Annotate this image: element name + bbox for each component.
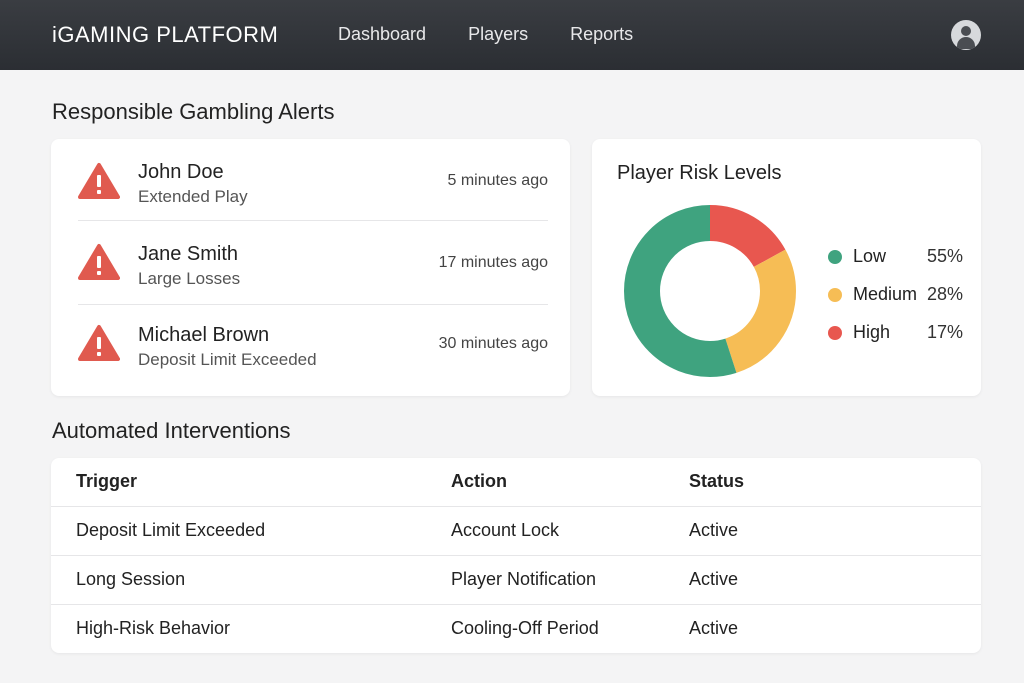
legend-pct: 28% (926, 284, 963, 304)
warning-icon (78, 244, 120, 280)
legend-high: High 17% (828, 322, 963, 344)
legend-medium: Medium 28% (828, 284, 963, 306)
legend-pct: 17% (926, 322, 963, 342)
interventions-section-title: Automated Interventions (52, 418, 291, 443)
alert-item[interactable]: John Doe Extended Play 5 minutes ago (51, 139, 570, 221)
alert-player-name: Jane Smith (138, 243, 239, 265)
avatar-body (957, 37, 975, 49)
alerts-section-title: Responsible Gambling Alerts (52, 99, 335, 124)
legend-dot-low (828, 250, 842, 264)
alert-reason: Deposit Limit Exceeded (138, 350, 317, 369)
top-bar: iGAMING PLATFORM Dashboard Players Repor… (0, 0, 1024, 70)
alert-time: 5 minutes ago (447, 172, 548, 189)
legend-dot-medium (828, 288, 842, 302)
divider (78, 220, 548, 221)
alert-time: 30 minutes ago (438, 335, 548, 352)
alert-reason: Extended Play (138, 187, 248, 206)
warning-icon (78, 325, 120, 361)
risk-title: Player Risk Levels (617, 162, 782, 184)
table-row[interactable]: High-Risk Behavior Cooling-Off Period Ac… (51, 605, 981, 654)
legend-label: Low (853, 246, 887, 266)
cell-action: Cooling-Off Period (451, 618, 599, 638)
alert-player-name: John Doe (138, 161, 224, 183)
cell-status: Active (689, 520, 739, 540)
cell-trigger: Long Session (76, 569, 186, 589)
risk-levels-card: Player Risk Levels Low 55% Medium 28% Hi… (592, 139, 981, 396)
table-header-row: Trigger Action Status (51, 458, 981, 507)
alert-item[interactable]: Jane Smith Large Losses 17 minutes ago (51, 223, 570, 305)
cell-action: Player Notification (451, 569, 597, 589)
header-status: Status (689, 471, 745, 491)
cell-action: Account Lock (451, 520, 560, 540)
legend-pct: 55% (926, 246, 963, 266)
user-avatar-icon[interactable] (951, 20, 981, 50)
risk-donut-chart (624, 205, 796, 377)
interventions-table: Trigger Action Status Deposit Limit Exce… (51, 458, 981, 653)
table-row[interactable]: Deposit Limit Exceeded Account Lock Acti… (51, 507, 981, 556)
nav-reports[interactable]: Reports (570, 24, 633, 45)
alert-reason: Large Losses (138, 269, 241, 288)
table-row[interactable]: Long Session Player Notification Active (51, 556, 981, 605)
avatar-head (961, 26, 971, 36)
main-nav: Dashboard Players Reports (338, 24, 675, 45)
legend-label: High (853, 322, 891, 342)
nav-dashboard[interactable]: Dashboard (338, 24, 426, 45)
header-trigger: Trigger (76, 471, 138, 491)
cell-status: Active (689, 618, 739, 638)
alert-player-name: Michael Brown (138, 324, 270, 346)
alerts-card: John Doe Extended Play 5 minutes ago Jan… (51, 139, 570, 396)
legend-low: Low 55% (828, 246, 963, 268)
cell-trigger: Deposit Limit Exceeded (76, 520, 266, 540)
warning-icon (78, 163, 120, 199)
header-action: Action (451, 471, 507, 491)
alert-time: 17 minutes ago (438, 254, 548, 271)
cell-status: Active (689, 569, 739, 589)
brand-title: iGAMING PLATFORM (52, 22, 279, 47)
legend-label: Medium (853, 284, 918, 304)
nav-players[interactable]: Players (468, 24, 528, 45)
alert-item[interactable]: Michael Brown Deposit Limit Exceeded 30 … (51, 305, 570, 387)
legend-dot-high (828, 326, 842, 340)
cell-trigger: High-Risk Behavior (76, 618, 231, 638)
